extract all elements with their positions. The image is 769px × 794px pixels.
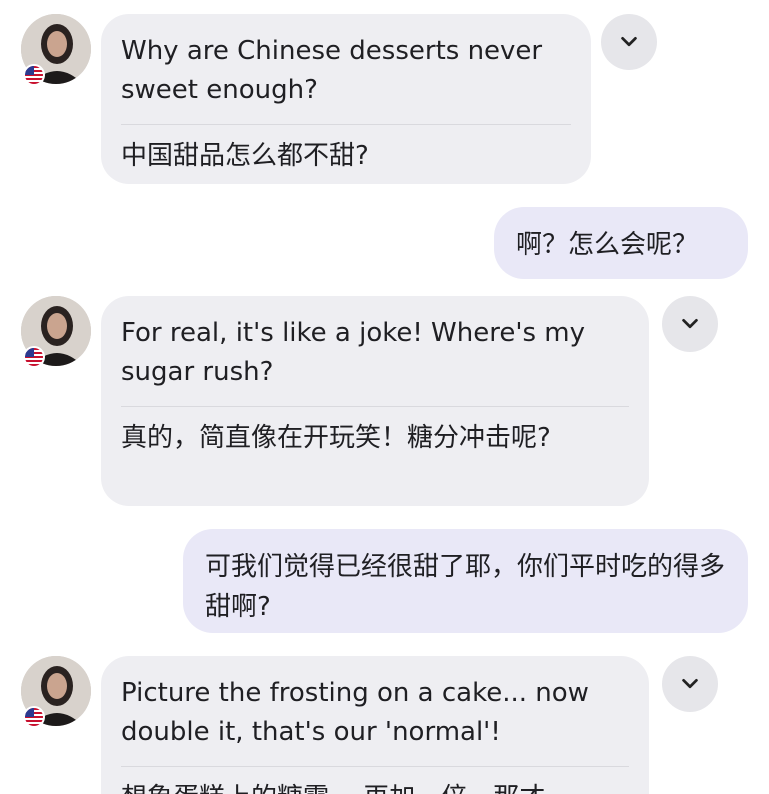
message-menu-button[interactable] bbox=[601, 14, 657, 70]
message-text: 啊？怎么会呢？ bbox=[516, 230, 699, 260]
message-menu-button[interactable] bbox=[662, 656, 718, 712]
message-translation-text: 中国甜品怎么都不甜? bbox=[121, 141, 369, 171]
message-text: 可我们觉得已经很甜了耶，你们平时吃的得多甜啊? bbox=[205, 552, 726, 622]
chevron-down-icon bbox=[682, 678, 698, 689]
translation-divider bbox=[121, 406, 629, 407]
outgoing-message[interactable]: 可我们觉得已经很甜了耶，你们平时吃的得多甜啊? bbox=[183, 529, 748, 633]
outgoing-message[interactable]: 啊？怎么会呢？ bbox=[494, 207, 748, 279]
message-translation-text: 真的，简直像在开玩笑！糖分冲击呢? bbox=[121, 423, 551, 453]
us-flag-icon bbox=[23, 346, 45, 368]
translation-divider bbox=[121, 124, 571, 125]
message-translation-text: 想象蛋糕上的糖霜… 再加一倍，那才 bbox=[121, 779, 629, 794]
chevron-down-icon bbox=[682, 318, 698, 329]
us-flag-icon bbox=[23, 706, 45, 728]
chat-thread: Why are Chinese desserts never sweet eno… bbox=[0, 0, 769, 794]
chevron-down-icon bbox=[621, 36, 637, 47]
incoming-message[interactable]: For real, it's like a joke! Where's my s… bbox=[101, 296, 649, 506]
message-original-text: Picture the frosting on a cake... now do… bbox=[121, 678, 589, 747]
translation-divider bbox=[121, 766, 629, 767]
message-original-text: For real, it's like a joke! Where's my s… bbox=[121, 318, 586, 387]
us-flag-icon bbox=[23, 64, 45, 86]
incoming-message[interactable]: Picture the frosting on a cake... now do… bbox=[101, 656, 649, 794]
incoming-message[interactable]: Why are Chinese desserts never sweet eno… bbox=[101, 14, 591, 184]
message-menu-button[interactable] bbox=[662, 296, 718, 352]
message-original-text: Why are Chinese desserts never sweet eno… bbox=[121, 36, 543, 105]
